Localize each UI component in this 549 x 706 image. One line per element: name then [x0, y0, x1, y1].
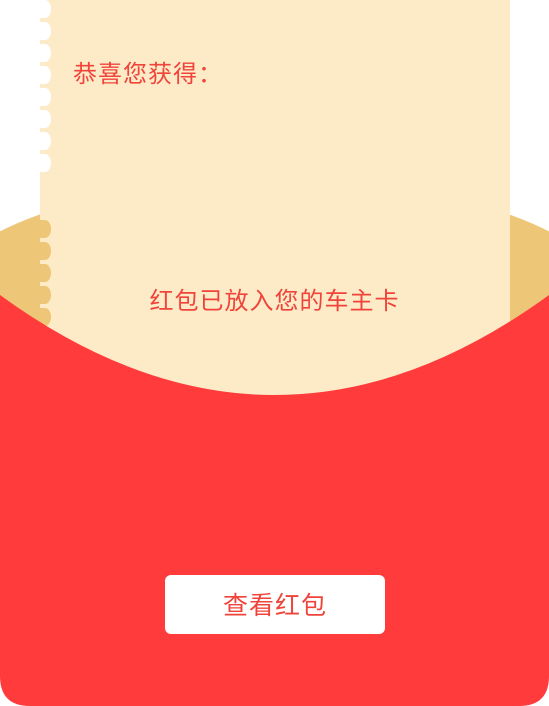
red-envelope-screen: 恭喜您获得： 红包已放入您的车主卡 查看红包 — [0, 0, 549, 706]
view-red-packet-button[interactable]: 查看红包 — [165, 575, 385, 634]
